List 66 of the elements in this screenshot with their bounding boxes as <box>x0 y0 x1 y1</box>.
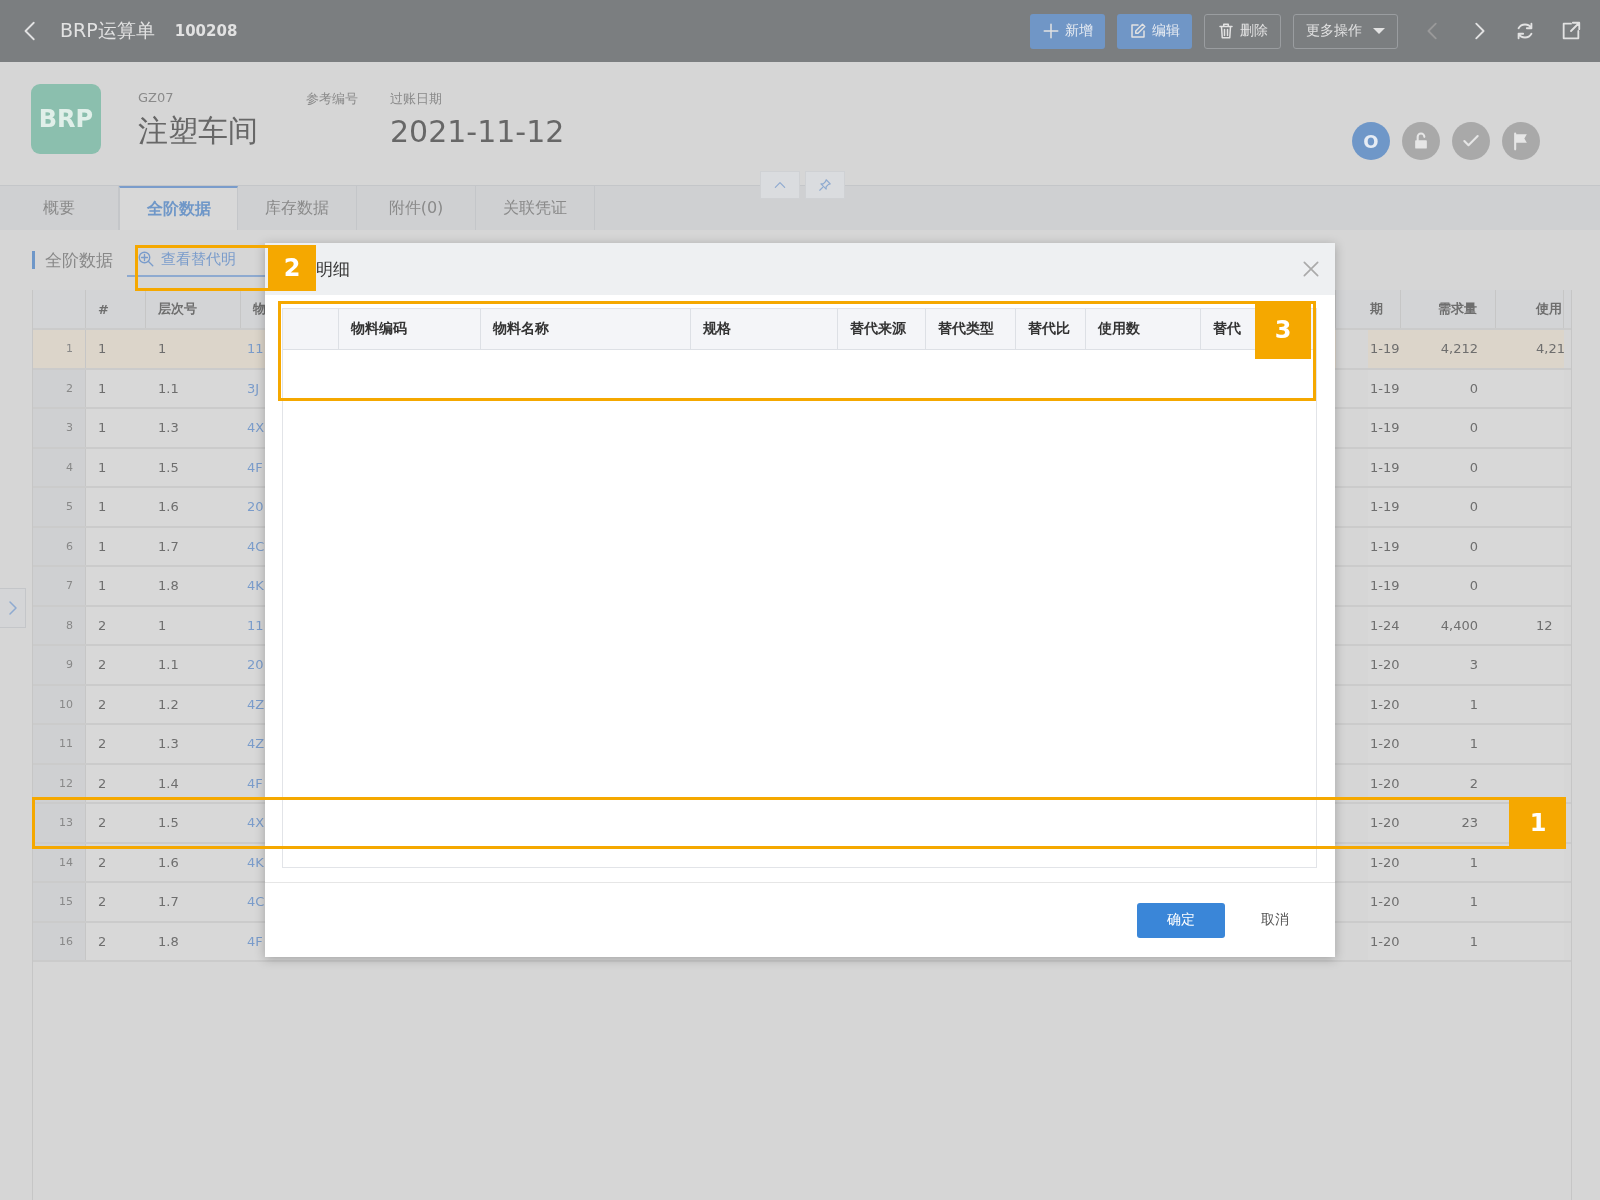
tab[interactable]: 全阶数据 <box>119 186 238 230</box>
row-number: 16 <box>33 922 86 960</box>
callout-number: 1 <box>1510 797 1566 849</box>
add-button[interactable]: 新增 <box>1030 13 1105 49</box>
confirm-button[interactable]: 确定 <box>1137 902 1225 938</box>
table-cell: 11 <box>241 330 266 368</box>
edit-icon <box>1129 22 1147 40</box>
column-header: 使用数 <box>1086 309 1201 349</box>
collapse-button[interactable] <box>760 171 800 199</box>
column-header: 物料名称 <box>481 309 691 349</box>
column-header: 替代比 <box>1016 309 1086 349</box>
callout-number: 3 <box>1255 301 1311 359</box>
share-icon[interactable] <box>1560 20 1582 42</box>
page-title: BRP运算单 <box>60 18 155 43</box>
pin-button[interactable] <box>805 171 845 199</box>
sidebar-toggle[interactable] <box>0 588 26 628</box>
chevron-right-icon <box>6 600 19 616</box>
tab[interactable]: 附件(0) <box>357 186 476 230</box>
section-title: 全阶数据 <box>45 248 113 272</box>
table-cell: 1-19 <box>1368 330 1401 368</box>
table-cell: 4,21 <box>1496 330 1564 368</box>
row-number: 5 <box>33 488 86 526</box>
tab[interactable]: 库存数据 <box>238 186 357 230</box>
zoom-in-icon <box>137 250 155 268</box>
trash-icon <box>1217 22 1235 40</box>
logo: BRP <box>31 84 101 154</box>
column-header: 期 <box>1368 290 1401 328</box>
row-number: 13 <box>33 804 86 842</box>
row-number: 10 <box>33 685 86 723</box>
row-number: 2 <box>33 369 86 407</box>
dialog-title: 明细 <box>316 257 351 281</box>
row-number: 9 <box>33 646 86 684</box>
tab[interactable]: 关联凭证 <box>476 186 595 230</box>
close-icon[interactable] <box>1301 259 1321 279</box>
caret-icon <box>1373 28 1385 34</box>
column-header: 规格 <box>691 309 838 349</box>
field-label: 过账日期 <box>390 90 443 108</box>
plus-icon <box>1042 22 1060 40</box>
row-number: 4 <box>33 448 86 486</box>
callout-number: 2 <box>268 245 316 291</box>
pin-icon <box>818 178 832 192</box>
more-actions-dropdown[interactable]: 更多操作 <box>1293 13 1398 49</box>
delete-button[interactable]: 删除 <box>1204 13 1281 49</box>
status-lock-button[interactable] <box>1402 122 1440 160</box>
table-cell: 1 <box>146 330 241 368</box>
row-number: 11 <box>33 725 86 763</box>
edit-button[interactable]: 编辑 <box>1117 13 1192 49</box>
row-number: 6 <box>33 527 86 565</box>
row-number: 8 <box>33 606 86 644</box>
table-cell: 1 <box>86 330 146 368</box>
row-number: 3 <box>33 409 86 447</box>
status-indicator[interactable]: O <box>1352 122 1390 160</box>
status-flag-button[interactable] <box>1502 122 1540 160</box>
table-cell: 4,212 <box>1401 330 1496 368</box>
code-label: GZ07 <box>138 90 175 105</box>
row-number: 15 <box>33 883 86 921</box>
posting-date: 2021-11-12 <box>390 114 565 149</box>
row-number: 7 <box>33 567 86 605</box>
column-header: 替代来源 <box>838 309 926 349</box>
workshop-name: 注塑车间 <box>138 112 258 150</box>
column-header: 替代类型 <box>926 309 1016 349</box>
status-check-button[interactable] <box>1452 122 1490 160</box>
field-label: 参考编号 <box>306 90 358 108</box>
document-number: 100208 <box>174 22 238 40</box>
column-header: 物料编码 <box>339 309 481 349</box>
row-number: 1 <box>33 330 86 368</box>
